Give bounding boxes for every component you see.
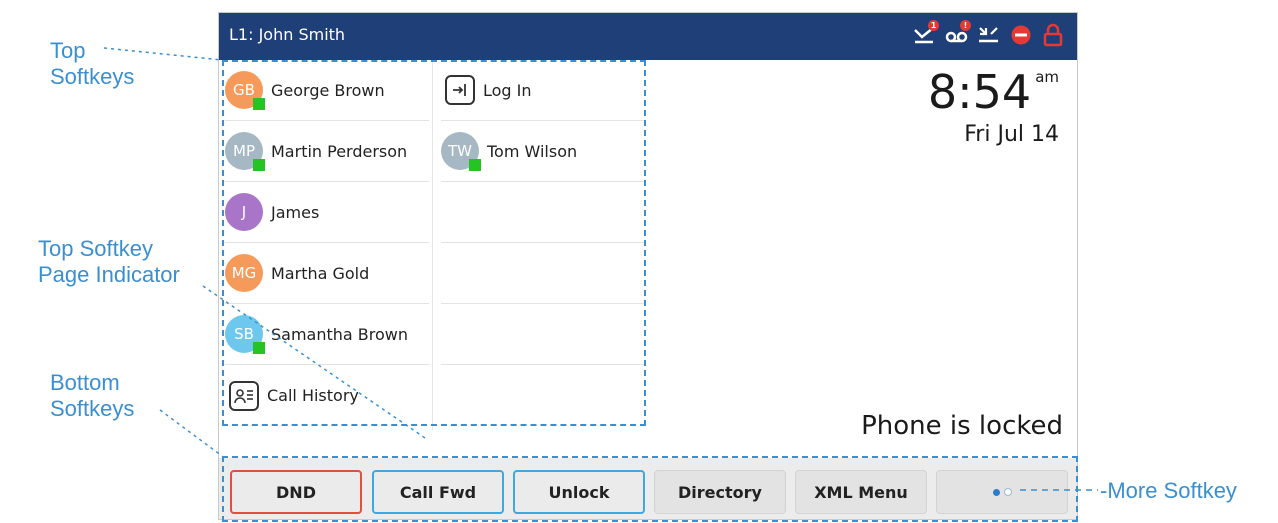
callout-leader-lines: [103, 47, 1098, 491]
